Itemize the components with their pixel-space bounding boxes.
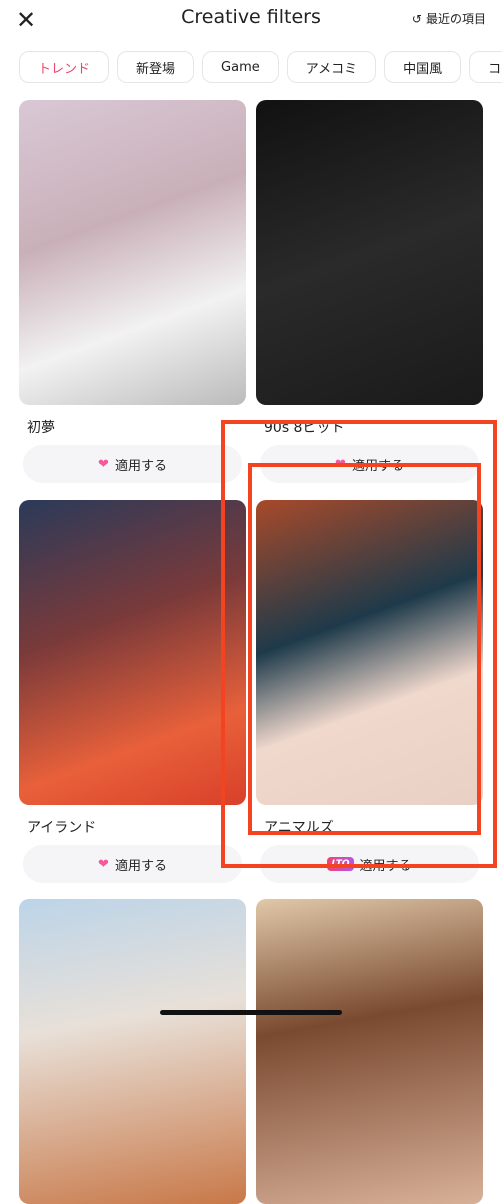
filter-preview-image[interactable] [19, 500, 246, 805]
filter-card[interactable] [19, 899, 246, 1204]
filter-card[interactable]: 初夢 ❤ 適用する [19, 100, 246, 483]
history-icon: ↺ [411, 11, 422, 26]
category-tabs: トレンド 新登場 Game アメコミ 中国風 コ [19, 51, 502, 83]
heart-gem-icon: ❤ [98, 456, 109, 472]
home-indicator [160, 1010, 342, 1015]
heart-gem-icon: ❤ [98, 856, 109, 872]
apply-button[interactable]: ❤ 適用する [23, 445, 242, 483]
apply-button[interactable]: ❤ 適用する [23, 845, 242, 883]
tab-comics[interactable]: アメコミ [286, 51, 377, 83]
filter-name: アイランド [27, 820, 97, 836]
header: ✕ Creative filters ↺ 最近の項目 [0, 0, 502, 40]
recent-items-button[interactable]: ↺ 最近の項目 [412, 10, 486, 27]
filter-name: 初夢 [27, 420, 55, 436]
tab-more[interactable]: コ [469, 51, 502, 83]
filter-preview-image[interactable] [19, 100, 246, 405]
highlight-box-inner [248, 463, 481, 835]
filter-card[interactable]: アイランド ❤ 適用する [19, 500, 246, 883]
filter-preview-image[interactable] [19, 899, 246, 1204]
tab-trend[interactable]: トレンド [19, 51, 110, 83]
filter-preview-image[interactable] [256, 899, 483, 1204]
filter-card[interactable] [256, 899, 483, 1204]
tab-chinese[interactable]: 中国風 [384, 51, 462, 83]
filter-preview-image[interactable] [256, 100, 483, 405]
tab-game[interactable]: Game [202, 51, 279, 83]
tab-new[interactable]: 新登場 [117, 51, 195, 83]
